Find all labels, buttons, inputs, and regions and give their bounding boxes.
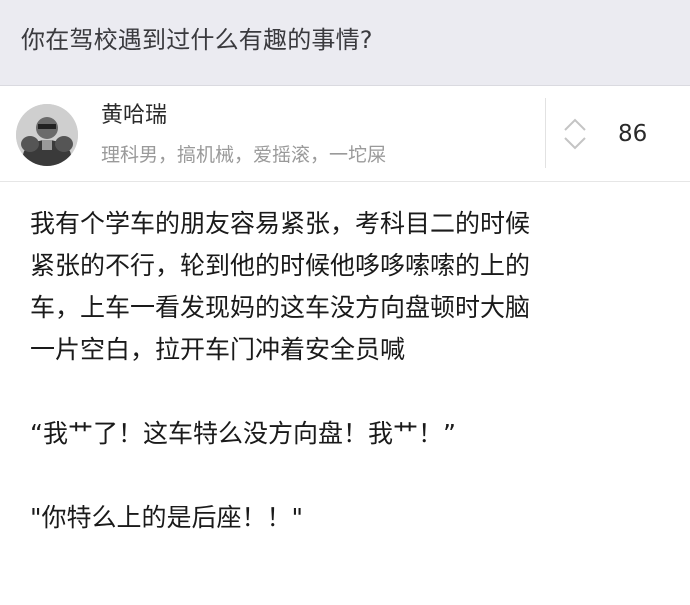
answer-blank-line [30,455,670,497]
author-name[interactable]: 黄哈瑞 [101,101,167,131]
question-header: 你在驾校遇到过什么有趣的事情? [0,0,690,86]
author-bio: 理科男，搞机械，爱摇滚，一坨屎 [101,144,387,166]
question-title[interactable]: 你在驾校遇到过什么有趣的事情? [21,22,373,58]
answer-line: 一片空白，拉开车门冲着安全员喊 [30,335,406,364]
answer-line: 紧张的不行，轮到他的时候他哆哆嗦嗦的上的 [30,251,531,280]
answer-line: “我艹了！这车特么没方向盘！我艹！” [30,419,456,448]
answer-line: 车，上车一看发现妈的这车没方向盘顿时大脑 [30,293,531,322]
answer-line: "你特么上的是后座！！" [30,503,303,532]
up-down-vote-icon[interactable] [562,116,588,152]
answer-blank-line [30,371,670,413]
divider [545,98,546,168]
answer-body: 我有个学车的朋友容易紧张，考科目二的时候 紧张的不行，轮到他的时候他哆哆嗦嗦的上… [30,203,670,539]
user-avatar-icon[interactable] [16,104,78,166]
vote-count: 86 [618,121,648,147]
author-info-bar: 黄哈瑞 理科男，搞机械，爱摇滚，一坨屎 86 [0,86,690,182]
answer-line: 我有个学车的朋友容易紧张，考科目二的时候 [30,209,531,238]
